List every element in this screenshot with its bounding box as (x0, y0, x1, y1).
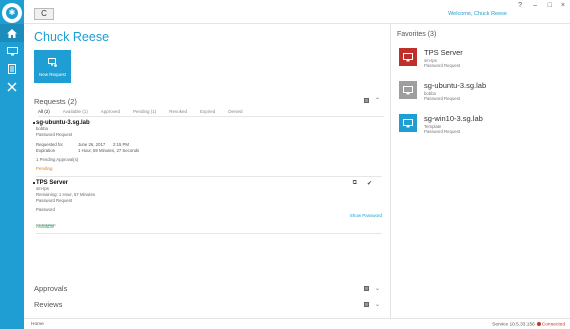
copy-icon[interactable]: ⧉ (353, 180, 357, 187)
tab-pending[interactable]: Pending (1) (133, 109, 156, 114)
reviews-title: Reviews (34, 300, 63, 309)
new-request-label: New Request (38, 72, 66, 77)
status-badge: Available (36, 224, 55, 229)
favorite-item-sg-win10[interactable]: sg-win10-3.sg.lab Template Password Requ… (399, 114, 559, 136)
monitor-icon (403, 85, 413, 94)
favorite-tile (399, 48, 417, 66)
tabs-divider (38, 116, 384, 117)
connection-status: Service 10.5.33.156 Connected (492, 322, 565, 327)
approvals-title: Approvals (34, 284, 68, 293)
favorite-tile (399, 81, 417, 99)
sidebar-item-home[interactable] (0, 24, 24, 42)
requests-tabs: All (2) Available (1) Approved Pending (… (38, 109, 256, 114)
monitor-icon (403, 118, 413, 127)
expiration-label: Expiration (36, 147, 56, 153)
home-icon (7, 28, 17, 38)
refresh-button[interactable]: C (34, 8, 54, 20)
page-title: Chuck Reese (34, 30, 110, 44)
sidebar-item-systems[interactable] (0, 42, 24, 60)
status-bar: Home Service 10.5.33.156 Connected (24, 318, 570, 329)
asterisk-icon: ✱ (8, 8, 16, 17)
reviews-section[interactable]: Reviews (34, 300, 380, 309)
approvals-section-actions: ⌄ (363, 285, 380, 292)
favorite-name: sg-ubuntu-3.sg.lab (424, 81, 487, 90)
new-request-icon (48, 58, 57, 67)
show-password-link[interactable]: Show Password (350, 213, 382, 218)
tab-revoked[interactable]: Revoked (169, 109, 187, 114)
request-item-sg-ubuntu[interactable]: sg-ubuntu-3.sg.lab bobba Password Reques… (33, 120, 382, 171)
bullet-icon (33, 122, 35, 124)
app-logo[interactable]: ✱ (2, 3, 22, 23)
expiration-value: 1 Hour, 59 Minutes, 27 Seconds (78, 147, 140, 153)
tab-all[interactable]: All (2) (38, 109, 50, 114)
chevron-down-icon[interactable]: ⌄ (375, 301, 380, 308)
expand-icon[interactable] (363, 302, 369, 307)
favorite-type: Password Request (424, 96, 461, 101)
sidebar-item-tools[interactable] (0, 78, 24, 96)
welcome-link[interactable]: Welcome, Chuck Reese (448, 11, 507, 17)
tab-denied[interactable]: Denied (228, 109, 242, 114)
help-button[interactable]: ? (518, 2, 522, 9)
connection-icon (536, 322, 541, 326)
bullet-icon (33, 182, 35, 184)
new-request-tile[interactable]: New Request (34, 50, 71, 83)
sidebar-item-documents[interactable] (0, 60, 24, 78)
expand-icon[interactable] (363, 286, 369, 291)
requests-section-actions: ⌃ (363, 97, 380, 104)
favorite-item-sg-ubuntu[interactable]: sg-ubuntu-3.sg.lab bobba Password Reques… (399, 81, 559, 103)
monitor-icon (403, 52, 413, 61)
tab-available[interactable]: Available (1) (63, 109, 88, 114)
main-pane: Chuck Reese New Request Requests (2) ⌃ A… (24, 24, 390, 318)
tab-expired[interactable]: Expired (200, 109, 215, 114)
password-value: •••••••••••••• (36, 222, 56, 227)
chevron-down-icon[interactable]: ⌄ (375, 285, 380, 292)
document-icon (8, 64, 16, 74)
favorite-name: TPS Server (424, 48, 463, 57)
expand-icon[interactable] (363, 98, 369, 103)
favorite-tile (399, 114, 417, 132)
status-badge: Pending (36, 166, 53, 171)
favorite-item-tps-server[interactable]: TPS Server sm-tps Password Request (399, 48, 559, 70)
request-item-tps-server[interactable]: TPS Server ⧉ ✔ sm-tps Remaining: 1 Hour,… (33, 180, 382, 229)
favorite-type: Password Request (424, 129, 461, 134)
request-divider (36, 233, 382, 234)
maximize-button[interactable]: □ (548, 2, 552, 9)
close-button[interactable]: × (561, 2, 565, 9)
favorite-type: Password Request (424, 63, 461, 68)
approvals-section[interactable]: Approvals (34, 284, 380, 293)
service-address: Service 10.5.33.156 (492, 322, 535, 328)
minimize-button[interactable]: – (533, 2, 537, 9)
requests-title: Requests (2) (34, 97, 77, 106)
sidebar: ✱ (0, 0, 24, 329)
favorite-name: sg-win10-3.sg.lab (424, 114, 483, 123)
tab-approved[interactable]: Approved (101, 109, 120, 114)
favorites-pane: Favorites (3) TPS Server sm-tps Password… (390, 24, 570, 318)
connection-state: Connected (541, 322, 565, 328)
request-divider (36, 176, 382, 177)
chevron-up-icon[interactable]: ⌃ (375, 97, 380, 104)
tools-icon (7, 82, 17, 92)
checkin-icon[interactable]: ✔ (367, 180, 372, 187)
monitor-icon (6, 46, 18, 55)
favorites-title: Favorites (3) (397, 31, 437, 38)
reviews-section-actions: ⌄ (363, 301, 380, 308)
status-location: Home (31, 322, 44, 327)
